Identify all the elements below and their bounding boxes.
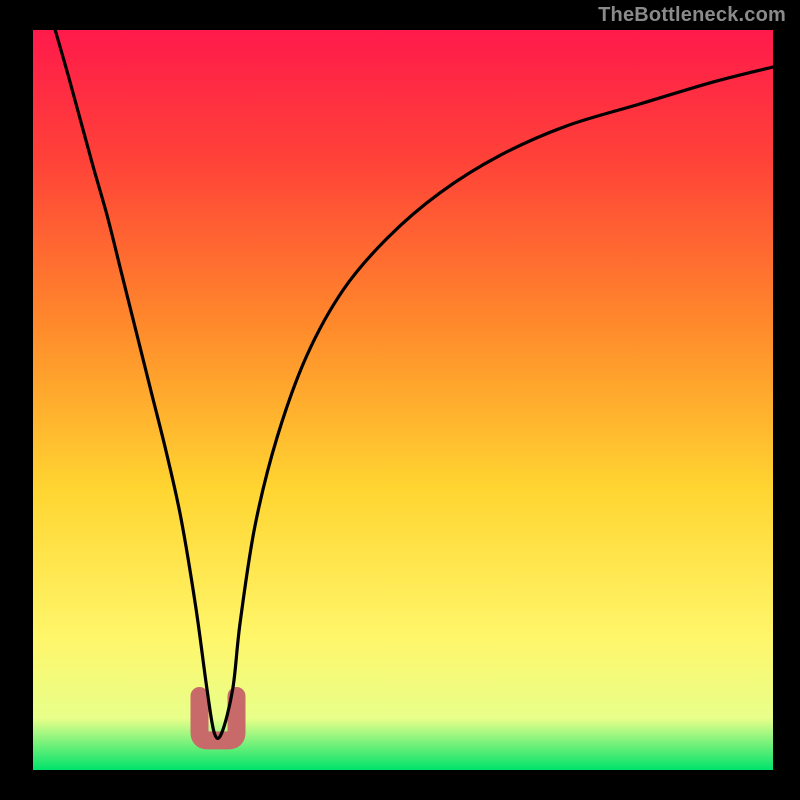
watermark-text: TheBottleneck.com xyxy=(598,4,786,27)
gradient-background xyxy=(33,30,773,770)
chart-svg xyxy=(33,30,773,770)
chart-frame: TheBottleneck.com xyxy=(0,0,800,800)
plot-area xyxy=(33,30,773,770)
